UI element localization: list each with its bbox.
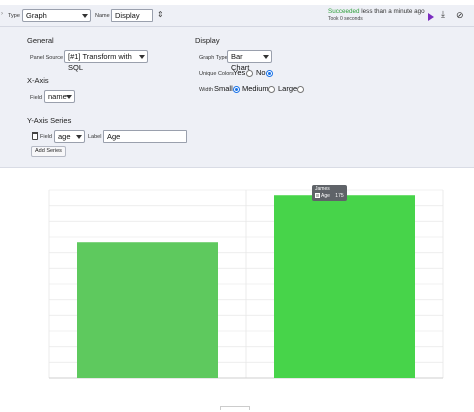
panel-source-select[interactable]: [#1] Transform with SQL bbox=[64, 50, 148, 72]
chevron-down-icon bbox=[66, 95, 72, 99]
download-icon[interactable]: ⤓ bbox=[441, 9, 445, 20]
width-label: Width bbox=[199, 87, 214, 93]
tooltip-row: Age 175 bbox=[315, 193, 344, 200]
panel-toolbar: › Type Graph Name Display ⇕ Succeeded le… bbox=[0, 5, 474, 27]
chart-area: James Age 175 bbox=[0, 168, 474, 410]
bar-2[interactable] bbox=[274, 195, 415, 378]
y-axis-heading: Y-Axis Series bbox=[27, 116, 72, 125]
tooltip-series: Age bbox=[321, 193, 330, 200]
chart-tooltip: James Age 175 bbox=[312, 185, 347, 202]
unique-colors-no-label: No bbox=[256, 68, 266, 77]
graph-type-label: Graph Type bbox=[199, 55, 228, 61]
type-label: Type bbox=[8, 13, 20, 19]
y-label-label: Label bbox=[88, 134, 102, 140]
width-medium-radio[interactable] bbox=[268, 86, 275, 93]
type-select[interactable]: Graph bbox=[22, 9, 91, 22]
width-small-radio[interactable] bbox=[233, 86, 240, 93]
display-heading: Display bbox=[195, 36, 220, 45]
y-field-label: Field bbox=[40, 134, 52, 140]
unique-colors-no-radio[interactable] bbox=[266, 70, 273, 77]
x-field-label: Field bbox=[30, 95, 42, 101]
run-status: Succeeded less than a minute ago bbox=[328, 8, 425, 15]
unique-colors-label: Unique Colors bbox=[199, 71, 234, 77]
width-medium-label: Medium bbox=[242, 84, 269, 93]
collapse-chevron-icon[interactable]: › bbox=[1, 11, 3, 17]
width-large-label: Large bbox=[278, 84, 298, 93]
hide-eye-icon[interactable]: ⊘ bbox=[456, 10, 464, 21]
unique-colors-yes-radio[interactable] bbox=[246, 70, 253, 77]
name-input[interactable]: Display bbox=[111, 9, 153, 22]
trash-icon[interactable] bbox=[32, 132, 38, 140]
type-select-value: Graph bbox=[26, 11, 47, 20]
chevron-down-icon bbox=[139, 55, 145, 59]
y-label-input[interactable]: Age bbox=[103, 130, 187, 143]
width-small-label: Small bbox=[214, 84, 233, 93]
bar-chart bbox=[48, 189, 444, 379]
unique-colors-yes-label: Yes bbox=[233, 68, 246, 77]
panel-source-value: [#1] Transform with SQL bbox=[68, 52, 132, 72]
settings-panel: General Panel Source [#1] Transform with… bbox=[0, 27, 474, 168]
y-field-value: age bbox=[58, 132, 71, 141]
panel-source-label: Panel Source bbox=[30, 55, 64, 61]
chevron-down-icon bbox=[82, 14, 88, 18]
y-label-value: Age bbox=[107, 132, 121, 141]
took-duration: Took 0 seconds bbox=[328, 16, 363, 22]
x-field-value: name bbox=[48, 92, 67, 101]
general-heading: General bbox=[27, 36, 54, 45]
graph-type-select[interactable]: Bar Chart bbox=[227, 50, 272, 72]
name-input-value: Display bbox=[115, 11, 140, 20]
width-large-radio[interactable] bbox=[297, 86, 304, 93]
run-play-icon[interactable] bbox=[428, 13, 434, 21]
add-series-label: Add Series bbox=[35, 148, 62, 154]
tooltip-swatch bbox=[315, 193, 320, 199]
bar-1[interactable] bbox=[77, 242, 218, 378]
x-field-select[interactable]: name bbox=[44, 90, 75, 103]
status-time: less than a minute ago bbox=[361, 8, 425, 15]
tooltip-value: 175 bbox=[335, 193, 344, 200]
chevron-down-icon bbox=[76, 135, 82, 139]
chevron-down-icon bbox=[263, 55, 269, 59]
name-label: Name bbox=[95, 13, 110, 19]
status-succeeded: Succeeded bbox=[328, 8, 360, 15]
tooltip-title: James bbox=[315, 186, 330, 193]
add-series-button[interactable]: Add Series bbox=[31, 146, 66, 157]
expand-vertical-icon[interactable]: ⇕ bbox=[157, 10, 164, 19]
bottom-scroll-handle[interactable] bbox=[220, 406, 250, 410]
x-axis-heading: X-Axis bbox=[27, 76, 49, 85]
y-field-select[interactable]: age bbox=[54, 130, 85, 143]
